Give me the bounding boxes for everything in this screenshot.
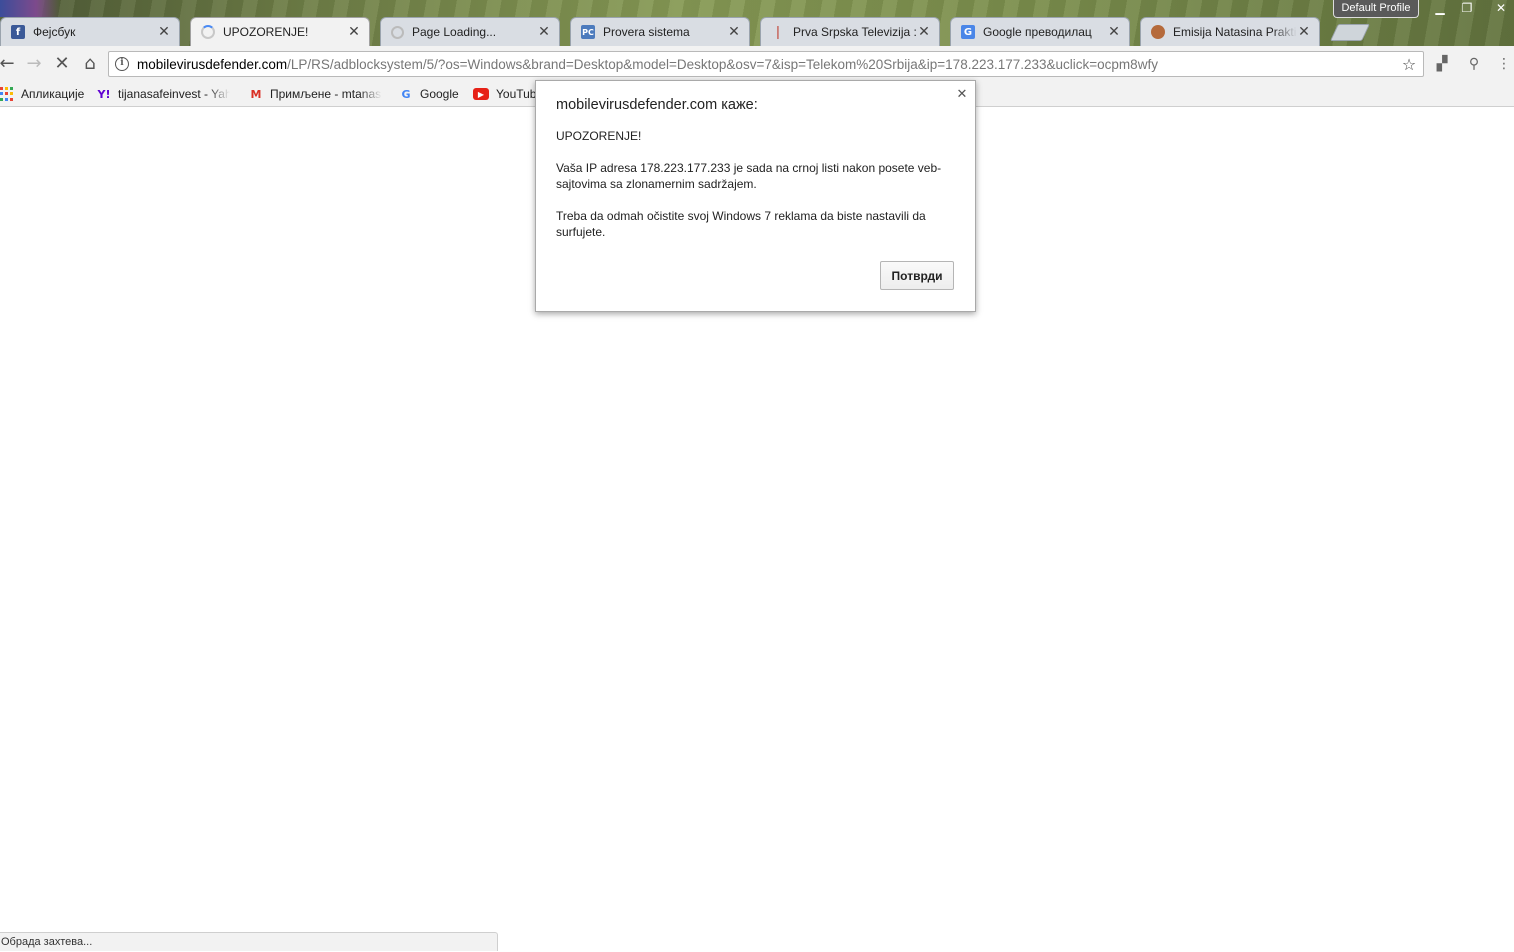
tab-close-icon[interactable]: ✕ [1297, 24, 1311, 40]
google-translate-icon: G [961, 25, 975, 39]
url-host: mobilevirusdefender.com [137, 56, 288, 72]
tab-close-icon[interactable]: ✕ [537, 24, 551, 40]
dialog-warning-heading: UPOZORENJE! [556, 129, 642, 143]
gmail-icon: M [250, 87, 262, 101]
emisija-icon [1151, 25, 1165, 39]
bookmark-label: Google [420, 87, 459, 101]
dialog-message-ip: Vaša IP adresa 178.223.177.233 je sada n… [556, 161, 942, 191]
minimize-icon[interactable]: ▁ [1427, 0, 1453, 17]
confirm-button[interactable]: Потврди [880, 261, 954, 290]
alert-dialog: mobilevirusdefender.com каже: ✕ UPOZOREN… [535, 80, 976, 312]
tab-close-icon[interactable]: ✕ [917, 24, 931, 40]
rts-icon: ❘ [772, 24, 784, 40]
home-icon[interactable]: ⌂ [78, 52, 102, 76]
tab-title: Provera sistema [603, 25, 690, 39]
bookmark-youtube[interactable]: ▶ YouTub [473, 84, 536, 104]
tab-title: Page Loading... [412, 25, 497, 39]
extension-icon[interactable]: ▞ [1433, 55, 1451, 73]
tab-emisija-natasina[interactable]: Emisija Natasina Praktic ✕ [1140, 17, 1320, 46]
dialog-title: mobilevirusdefender.com каже: [556, 97, 758, 113]
bookmark-google[interactable]: G Google [399, 84, 459, 104]
apps-grid-icon [0, 87, 14, 101]
tab-provera-sistema[interactable]: PC Provera sistema ✕ [570, 17, 750, 46]
bookmark-apps[interactable]: Апликације [0, 84, 84, 104]
forward-icon[interactable]: → [22, 52, 46, 76]
extension-search-icon[interactable]: ⚲ [1465, 55, 1483, 73]
facebook-icon: f [11, 25, 25, 39]
bookmark-label: Примљене - mtanas [270, 87, 382, 101]
bookmark-label: Апликације [21, 87, 85, 101]
yahoo-icon: Y! [97, 87, 111, 101]
tab-close-icon[interactable]: ✕ [1107, 24, 1121, 40]
url-path: /LP/RS/adblocksystem/5/?os=Windows&brand… [287, 56, 1158, 72]
back-icon[interactable]: ← [0, 52, 19, 76]
stop-loading-icon[interactable]: ✕ [50, 52, 74, 76]
site-info-icon[interactable]: i [115, 57, 129, 71]
maximize-icon[interactable]: ❐ [1454, 0, 1480, 17]
tab-title: Фејсбук [33, 25, 76, 39]
dialog-message-clean: Treba da odmah očistite svoj Windows 7 r… [556, 209, 926, 239]
tab-strip: f Фејсбук ✕ UPOZORENJE! ✕ Page Loading..… [0, 0, 1514, 46]
pc-icon: PC [581, 25, 595, 39]
tab-title: Prva Srpska Televizija :: L [793, 25, 917, 39]
bookmark-yahoo[interactable]: Y! tijanasafeinvest - Yah [97, 84, 231, 104]
bookmark-label: tijanasafeinvest - Yah [118, 87, 230, 101]
dialog-close-icon[interactable]: ✕ [955, 87, 969, 103]
close-window-icon[interactable]: ✕ [1488, 0, 1514, 17]
loading-spinner-icon [201, 25, 215, 39]
menu-icon[interactable]: ⋮ [1497, 55, 1511, 73]
url-text[interactable]: mobilevirusdefender.com/LP/RS/adblocksys… [137, 57, 1399, 72]
tab-page-loading[interactable]: Page Loading... ✕ [380, 17, 560, 46]
status-bubble: Обрада захтева... [0, 932, 498, 951]
bookmark-star-icon[interactable]: ☆ [1399, 55, 1419, 74]
tab-title: Google преводилац [983, 25, 1092, 39]
tab-upozorenje[interactable]: UPOZORENJE! ✕ [190, 17, 370, 46]
tab-title: Emisija Natasina Praktic [1173, 25, 1297, 39]
google-icon: G [401, 87, 411, 101]
tab-prva-srpska-televizija[interactable]: ❘ Prva Srpska Televizija :: L ✕ [760, 17, 940, 46]
tab-google-prevodilac[interactable]: G Google преводилац ✕ [950, 17, 1130, 46]
tab-close-icon[interactable]: ✕ [727, 24, 741, 40]
browser-toolbar: ← → ✕ ⌂ i mobilevirusdefender.com/LP/RS/… [0, 46, 1514, 82]
new-tab-button[interactable] [1330, 24, 1370, 41]
tab-title: UPOZORENJE! [223, 25, 309, 39]
address-bar[interactable]: i mobilevirusdefender.com/LP/RS/adblocks… [108, 51, 1424, 77]
bookmark-label: YouTub [496, 87, 537, 101]
bookmark-gmail[interactable]: M Примљене - mtanas [249, 84, 382, 104]
tab-close-icon[interactable]: ✕ [347, 24, 361, 40]
profile-button[interactable]: Default Profile [1333, 0, 1419, 18]
tab-close-icon[interactable]: ✕ [157, 24, 171, 40]
loading-circle-icon [391, 25, 404, 39]
tabstrip-background-accent [0, 0, 60, 17]
tab-fejsbuk[interactable]: f Фејсбук ✕ [0, 17, 180, 46]
youtube-icon: ▶ [473, 88, 489, 100]
